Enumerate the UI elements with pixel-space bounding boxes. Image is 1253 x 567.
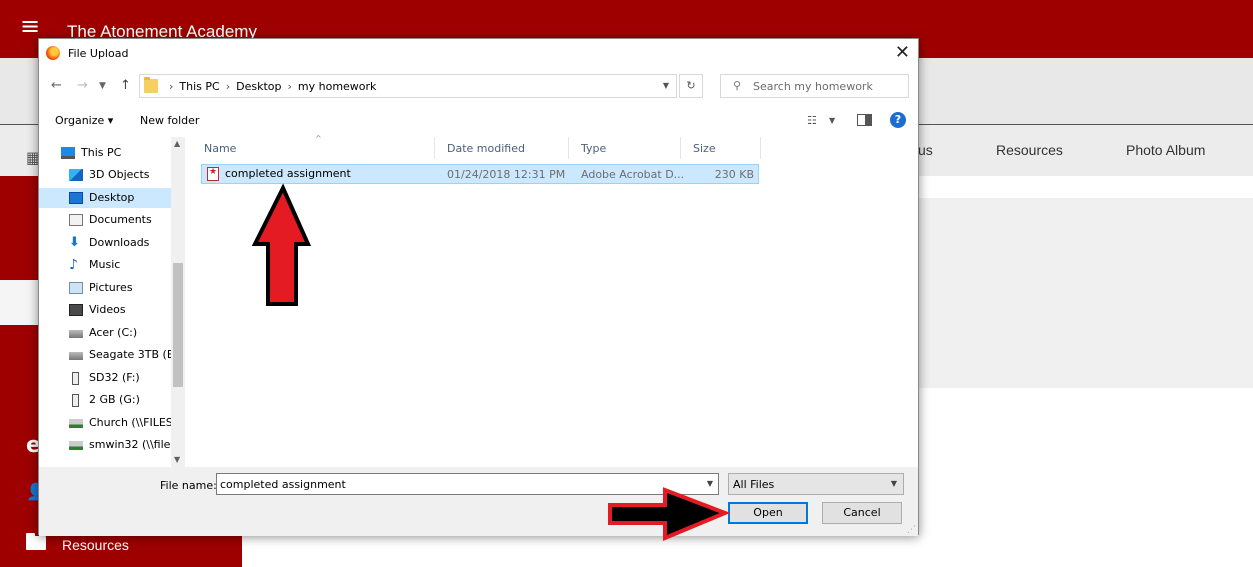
breadcrumb-desktop[interactable]: Desktop bbox=[236, 80, 281, 93]
file-type-select[interactable]: All Files ▼ bbox=[728, 473, 904, 495]
recent-locations-chevron-icon[interactable]: ▼ bbox=[99, 81, 106, 91]
document-icon bbox=[69, 214, 83, 226]
file-row-completed-assignment[interactable]: completed assignment 01/24/2018 12:31 PM… bbox=[201, 164, 759, 184]
file-name: completed assignment bbox=[225, 167, 351, 180]
drive-icon bbox=[69, 352, 83, 360]
nav-item-3d-objects[interactable]: 3D Objects bbox=[57, 165, 185, 185]
breadcrumb-my-homework[interactable]: my homework bbox=[298, 80, 377, 93]
column-header-type[interactable]: Type bbox=[581, 142, 606, 155]
breadcrumb-separator-icon: › bbox=[225, 80, 231, 93]
column-divider[interactable] bbox=[680, 137, 681, 159]
nav-item-2gb-g[interactable]: 2 GB (G:) bbox=[57, 390, 185, 410]
forward-arrow-icon[interactable]: → bbox=[77, 78, 88, 93]
dialog-titlebar[interactable]: File Upload ✕ bbox=[39, 39, 918, 69]
nav-item-downloads[interactable]: ⬇ Downloads bbox=[57, 233, 185, 253]
chevron-down-icon[interactable]: ▼ bbox=[663, 81, 669, 90]
column-divider[interactable] bbox=[568, 137, 569, 159]
breadcrumb-separator-icon: › bbox=[287, 80, 292, 93]
command-toolbar: Organize ▾ New folder ☷ ▼ ? bbox=[39, 107, 918, 135]
file-size: 230 KB bbox=[714, 168, 754, 181]
pdf-file-icon bbox=[207, 167, 219, 181]
navigation-scrollbar[interactable]: ▲ ▼ bbox=[171, 137, 185, 467]
nav-item-smwin32[interactable]: smwin32 (\\files bbox=[57, 435, 185, 455]
file-upload-dialog: File Upload ✕ ← → ▼ ↑ › This PC › Desktop › m… bbox=[38, 38, 919, 536]
file-name-combobox[interactable]: ▼ bbox=[216, 473, 719, 495]
download-icon: ⬇ bbox=[69, 235, 80, 250]
open-button[interactable]: Open bbox=[728, 502, 808, 524]
nav-item-music[interactable]: ♪ Music bbox=[57, 255, 185, 275]
breadcrumb-separator-icon: › bbox=[169, 80, 174, 93]
nav-item-church-files[interactable]: Church (\\FILES) bbox=[57, 413, 185, 433]
music-icon: ♪ bbox=[69, 257, 78, 273]
organize-button[interactable]: Organize ▾ bbox=[55, 114, 113, 127]
chevron-down-icon[interactable]: ▼ bbox=[707, 479, 713, 488]
dialog-title: File Upload bbox=[68, 47, 129, 60]
nav-item-photo-album[interactable]: Photo Album bbox=[1126, 142, 1205, 158]
sidebar-link-resources[interactable]: Resources bbox=[62, 537, 129, 553]
chevron-down-icon[interactable]: ▼ bbox=[829, 116, 835, 125]
close-icon[interactable]: ✕ bbox=[895, 42, 910, 63]
navigation-pane: This PC 3D Objects Desktop Documents ⬇ Do… bbox=[39, 137, 185, 467]
breadcrumb-this-pc[interactable]: This PC bbox=[179, 80, 219, 93]
address-bar[interactable]: › This PC › Desktop › my homework ▼ bbox=[139, 74, 677, 98]
firefox-icon bbox=[46, 46, 60, 60]
nav-item-documents[interactable]: Documents bbox=[57, 210, 185, 230]
scrollbar-thumb[interactable] bbox=[173, 263, 183, 387]
computer-icon bbox=[61, 147, 75, 159]
usb-drive-icon bbox=[72, 372, 79, 385]
search-input[interactable] bbox=[753, 78, 903, 95]
file-type: Adobe Acrobat D... bbox=[581, 168, 685, 181]
nav-item-resources[interactable]: Resources bbox=[996, 142, 1063, 158]
breadcrumb: › This PC › Desktop › my homework bbox=[163, 80, 376, 93]
sort-ascending-icon: ^ bbox=[315, 134, 322, 143]
dialog-footer: File name: ▼ All Files ▼ Open Cancel ⋰ bbox=[39, 467, 918, 536]
cube-icon bbox=[69, 169, 83, 181]
column-header-size[interactable]: Size bbox=[693, 142, 716, 155]
network-drive-icon bbox=[69, 419, 83, 428]
resize-grip-icon[interactable]: ⋰ bbox=[907, 526, 916, 535]
hamburger-menu-icon[interactable]: ≡ bbox=[20, 14, 40, 38]
file-type-value: All Files bbox=[733, 478, 775, 491]
network-drive-icon bbox=[69, 441, 83, 450]
folder-icon bbox=[26, 533, 46, 550]
folder-icon bbox=[144, 77, 158, 93]
nav-item-videos[interactable]: Videos bbox=[57, 300, 185, 320]
picture-icon bbox=[69, 282, 83, 294]
nav-item-about-us[interactable]: us bbox=[918, 142, 933, 158]
help-icon[interactable]: ? bbox=[890, 112, 906, 128]
nav-item-acer-c[interactable]: Acer (C:) bbox=[57, 323, 185, 343]
nav-item-seagate-e[interactable]: Seagate 3TB (E:) bbox=[57, 345, 185, 365]
search-icon: ⚲ bbox=[733, 79, 742, 92]
nav-item-desktop[interactable]: Desktop bbox=[39, 188, 171, 208]
refresh-button[interactable]: ↻ bbox=[679, 74, 703, 98]
column-divider[interactable] bbox=[760, 137, 761, 159]
file-list: ^ Name Date modified Type Size completed… bbox=[188, 134, 918, 467]
refresh-icon: ↻ bbox=[686, 79, 696, 92]
drive-icon bbox=[69, 330, 83, 338]
column-header-date-modified[interactable]: Date modified bbox=[447, 142, 525, 155]
file-name-input[interactable] bbox=[220, 476, 700, 492]
view-options-icon[interactable]: ☷ bbox=[807, 114, 817, 127]
nav-item-this-pc[interactable]: This PC bbox=[57, 143, 185, 163]
file-name-label: File name: bbox=[160, 479, 217, 492]
new-folder-button[interactable]: New folder bbox=[140, 114, 199, 127]
address-row: ← → ▼ ↑ › This PC › Desktop › my homework ▼ ↻… bbox=[39, 72, 918, 100]
scroll-up-icon[interactable]: ▲ bbox=[174, 139, 180, 148]
back-arrow-icon[interactable]: ← bbox=[51, 78, 62, 93]
column-divider[interactable] bbox=[434, 137, 435, 159]
chevron-down-icon: ▼ bbox=[890, 479, 897, 488]
scroll-down-icon[interactable]: ▼ bbox=[174, 455, 180, 464]
file-date-modified: 01/24/2018 12:31 PM bbox=[447, 168, 566, 181]
search-box[interactable]: ⚲ bbox=[720, 74, 909, 98]
column-header-name[interactable]: Name bbox=[204, 142, 236, 155]
desktop-icon bbox=[69, 192, 83, 204]
preview-pane-icon[interactable] bbox=[857, 114, 872, 126]
usb-drive-icon bbox=[72, 394, 79, 407]
nav-item-pictures[interactable]: Pictures bbox=[57, 278, 185, 298]
video-icon bbox=[69, 304, 83, 316]
up-arrow-icon[interactable]: ↑ bbox=[120, 78, 131, 93]
cancel-button[interactable]: Cancel bbox=[822, 502, 902, 524]
nav-item-sd32-f[interactable]: SD32 (F:) bbox=[57, 368, 185, 388]
